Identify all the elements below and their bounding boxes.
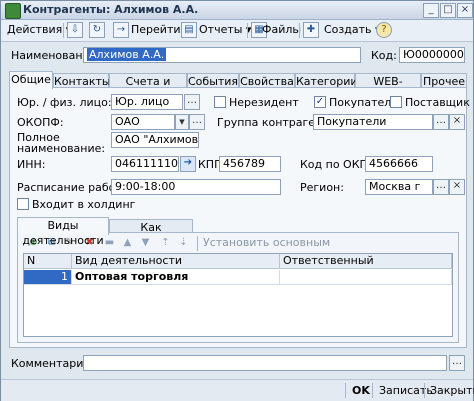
minimize-icon[interactable]: _ [423,3,439,18]
title-bar: Контрагенты: Алхимов А.А. _ □ × [1,1,473,20]
set-main-button[interactable]: Установить основным [203,236,330,249]
move-down-icon[interactable]: ▼ [139,236,152,249]
sort-asc-icon[interactable]: ⇡ [159,236,172,249]
okopf-dropdown-icon[interactable]: ▼ [175,114,189,130]
tab-other[interactable]: Прочее [421,73,467,88]
help-icon[interactable]: ? [376,22,392,38]
activities-table: N Вид деятельности Ответственный 1 Оптов… [23,253,453,337]
comment-label: Комментарий: [11,357,95,370]
tab-properties[interactable]: Свойства [239,73,295,88]
actions-menu[interactable]: Действия ▾ [7,22,71,38]
inn-check-icon[interactable]: ➔ [180,156,196,172]
nonresident-label: Нерезидент [229,96,299,109]
row-responsible [280,270,452,285]
schedule-field[interactable]: 9:00-18:00 [111,179,281,195]
ok-button[interactable]: OK [352,383,370,399]
region-select-button[interactable]: … [433,179,449,195]
close-button[interactable]: Закрыть [430,383,474,399]
comment-field[interactable] [83,355,447,371]
fullname-label-line2: наименование: [17,142,106,155]
maximize-icon[interactable]: □ [440,3,456,18]
bottom-bar: OK Записать Закрыть [1,379,474,401]
okpo-field[interactable]: 4566666 [365,156,433,172]
legal-type-field[interactable]: Юр. лицо [111,94,183,110]
files-button[interactable]: Файлы [262,22,301,38]
region-label: Регион: [300,181,344,194]
group-select-button[interactable]: … [433,114,449,130]
holding-label: Входит в холдинг [32,198,136,211]
move-up-icon[interactable]: ▲ [121,236,134,249]
inn-field[interactable]: 0461111101 [111,156,179,172]
sort-desc-icon[interactable]: ⇣ [177,236,190,249]
supplier-label: Поставщик [405,96,470,109]
row-number: 1 [24,270,72,285]
okopf-select-button[interactable]: … [189,114,205,130]
region-clear-button[interactable]: × [449,179,465,195]
create-menu[interactable]: Создать ▾ [324,22,381,38]
legal-select-button[interactable]: … [184,94,200,110]
reports-menu[interactable]: Отчеты ▾ [199,22,251,38]
okopf-field[interactable]: ОАО [111,114,175,130]
fullname-field[interactable]: ОАО "Алхимов А.А." [111,132,199,148]
code-label: Код: [371,49,397,62]
column-header-n[interactable]: N [24,254,72,269]
reports-icon[interactable]: ▤ [181,22,197,38]
subtab-activities[interactable]: Виды деятельности [17,217,109,247]
inn-label: ИНН: [17,158,46,171]
end-edit-icon[interactable]: ▬ [103,236,116,249]
group-field[interactable]: Покупатели [313,114,433,130]
buyer-checkbox[interactable]: ✓ [314,96,326,108]
tab-general[interactable]: Общие [9,71,53,89]
buyer-label: Покупатель [329,96,398,109]
column-header-activity[interactable]: Вид деятельности [72,254,280,269]
tab-categories[interactable]: Категории [295,73,358,88]
tab-strip: Общие Контакты Счета и дог... События Св… [9,71,467,103]
column-header-responsible[interactable]: Ответственный [280,254,452,269]
window-title: Контрагенты: Алхимов А.А. [23,3,199,16]
group-clear-button[interactable]: × [449,114,465,130]
kpp-field[interactable]: 456789 [219,156,281,172]
supplier-checkbox[interactable] [390,96,402,108]
tab-accounts[interactable]: Счета и дог... [109,73,187,103]
nonresident-checkbox[interactable] [214,96,226,108]
name-field[interactable]: Алхимов А.А. [83,47,361,63]
goto-icon[interactable]: → [113,22,129,38]
refresh-icon[interactable]: ↻ [89,22,105,38]
region-field[interactable]: Москва г [365,179,433,195]
code-field[interactable]: Ю00000006 [399,47,465,63]
tab-contacts[interactable]: Контакты [53,73,111,88]
save-icon[interactable]: ⇩ [67,22,83,38]
comment-expand-button[interactable]: … [449,355,465,371]
counterparty-window: Контрагенты: Алхимов А.А. _ □ × Действия… [0,0,474,401]
app-icon [5,3,21,19]
row-activity: Оптовая торговля [72,270,280,285]
close-icon[interactable]: × [457,3,473,18]
tab-web-access[interactable]: WEB-Доступ [355,73,421,103]
create-icon[interactable]: ✚ [303,22,319,38]
okopf-label: ОКОПФ: [17,116,64,129]
legal-label: Юр. / физ. лицо: [17,96,112,109]
toolbar: Действия ▾ ⇩ ↻ → Перейти ▾ ▤ Отчеты ▾ ▦ … [1,20,473,42]
holding-checkbox[interactable] [17,198,29,210]
tab-events[interactable]: События [187,73,239,88]
